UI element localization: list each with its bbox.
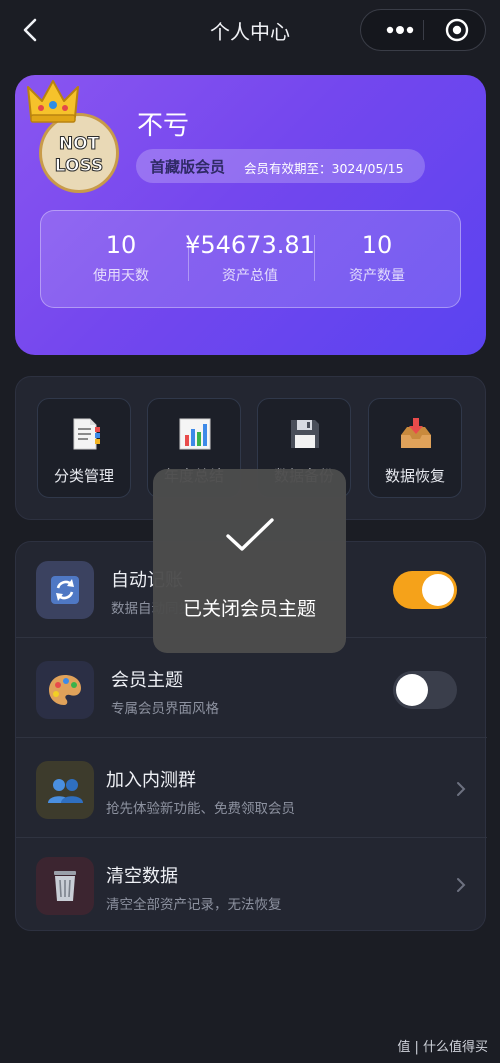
feature-category-management[interactable]: 分类管理 <box>37 398 131 498</box>
stat-total-value: ¥54673.81 资产总值 <box>183 231 317 285</box>
stat-label: 资产数量 <box>349 268 405 284</box>
watermark: 值 | 什么值得买 <box>397 1040 488 1055</box>
profile-card: NOT LOSS 不亏 首藏版会员 会员有效期至：3024/05/15 10 使… <box>15 75 486 355</box>
feature-data-restore[interactable]: 数据恢复 <box>368 398 462 498</box>
row-subtitle: 清空全部资产记录，无法恢复 <box>106 897 282 913</box>
icon-box <box>36 661 94 719</box>
avatar-logo-text-top: NOT <box>58 134 100 155</box>
sync-arrows-icon <box>51 576 79 604</box>
settings-row-member-theme[interactable]: 会员主题 专属会员界面风格 <box>16 642 487 738</box>
avatar-logo-text-bottom: LOSS <box>54 156 104 177</box>
icon-box <box>36 561 94 619</box>
user-name: 不亏 <box>137 111 190 141</box>
stat-count: 10 资产数量 <box>327 231 427 285</box>
settings-row-clear-data[interactable]: 清空数据 清空全部资产记录，无法恢复 <box>16 838 487 934</box>
row-subtitle: 专属会员界面风格 <box>111 701 219 717</box>
stats-panel: 10 使用天数 ¥54673.81 资产总值 10 资产数量 <box>40 210 461 308</box>
row-title: 加入内测群 <box>106 770 196 791</box>
mini-program-capsule <box>360 9 486 51</box>
icon-box <box>36 857 94 915</box>
stat-value: 10 <box>361 231 393 259</box>
membership-badge[interactable]: 首藏版会员 会员有效期至：3024/05/15 <box>136 149 425 183</box>
toast-message: 已关闭会员主题 <box>182 598 316 620</box>
inbox-tray-icon <box>401 418 431 448</box>
stat-value: ¥54673.81 <box>185 231 315 259</box>
close-target-icon[interactable] <box>445 18 469 42</box>
more-dots-icon[interactable] <box>383 20 417 40</box>
stat-days: 10 使用天数 <box>71 231 171 285</box>
trash-bin-icon <box>54 871 76 901</box>
toast-notification: 已关闭会员主题 <box>153 469 346 653</box>
member-theme-toggle[interactable] <box>393 671 457 709</box>
stat-divider <box>314 235 315 281</box>
avatar[interactable]: NOT LOSS <box>39 113 119 193</box>
crown-icon <box>27 80 79 123</box>
bar-chart-icon <box>179 418 211 450</box>
stat-value: 10 <box>105 231 137 259</box>
row-subtitle: 抢先体验新功能、免费领取会员 <box>106 801 295 817</box>
stat-label: 使用天数 <box>93 268 149 284</box>
feature-label: 分类管理 <box>53 467 114 485</box>
icon-box <box>36 761 94 819</box>
toggle-knob <box>396 674 428 706</box>
chevron-right-icon <box>457 782 466 796</box>
floppy-disk-icon <box>291 420 319 448</box>
member-level: 首藏版会员 <box>150 158 226 176</box>
checkmark-icon <box>226 518 274 551</box>
stat-label: 资产总值 <box>222 268 278 284</box>
feature-label: 数据恢复 <box>384 467 445 485</box>
toggle-knob <box>422 574 454 606</box>
membership-expiry: 会员有效期至：3024/05/15 <box>244 161 404 176</box>
capsule-divider <box>423 20 424 40</box>
document-icon <box>73 418 100 450</box>
row-title: 清空数据 <box>106 866 178 887</box>
chevron-right-icon <box>457 878 466 892</box>
people-icon <box>48 779 83 803</box>
auto-toggle[interactable] <box>393 571 457 609</box>
row-title: 会员主题 <box>111 670 183 691</box>
settings-row-beta-group[interactable]: 加入内测群 抢先体验新功能、免费领取会员 <box>16 742 487 838</box>
navigation-bar: 个人中心 <box>0 0 500 60</box>
palette-icon <box>49 675 81 705</box>
row-divider <box>16 737 487 738</box>
